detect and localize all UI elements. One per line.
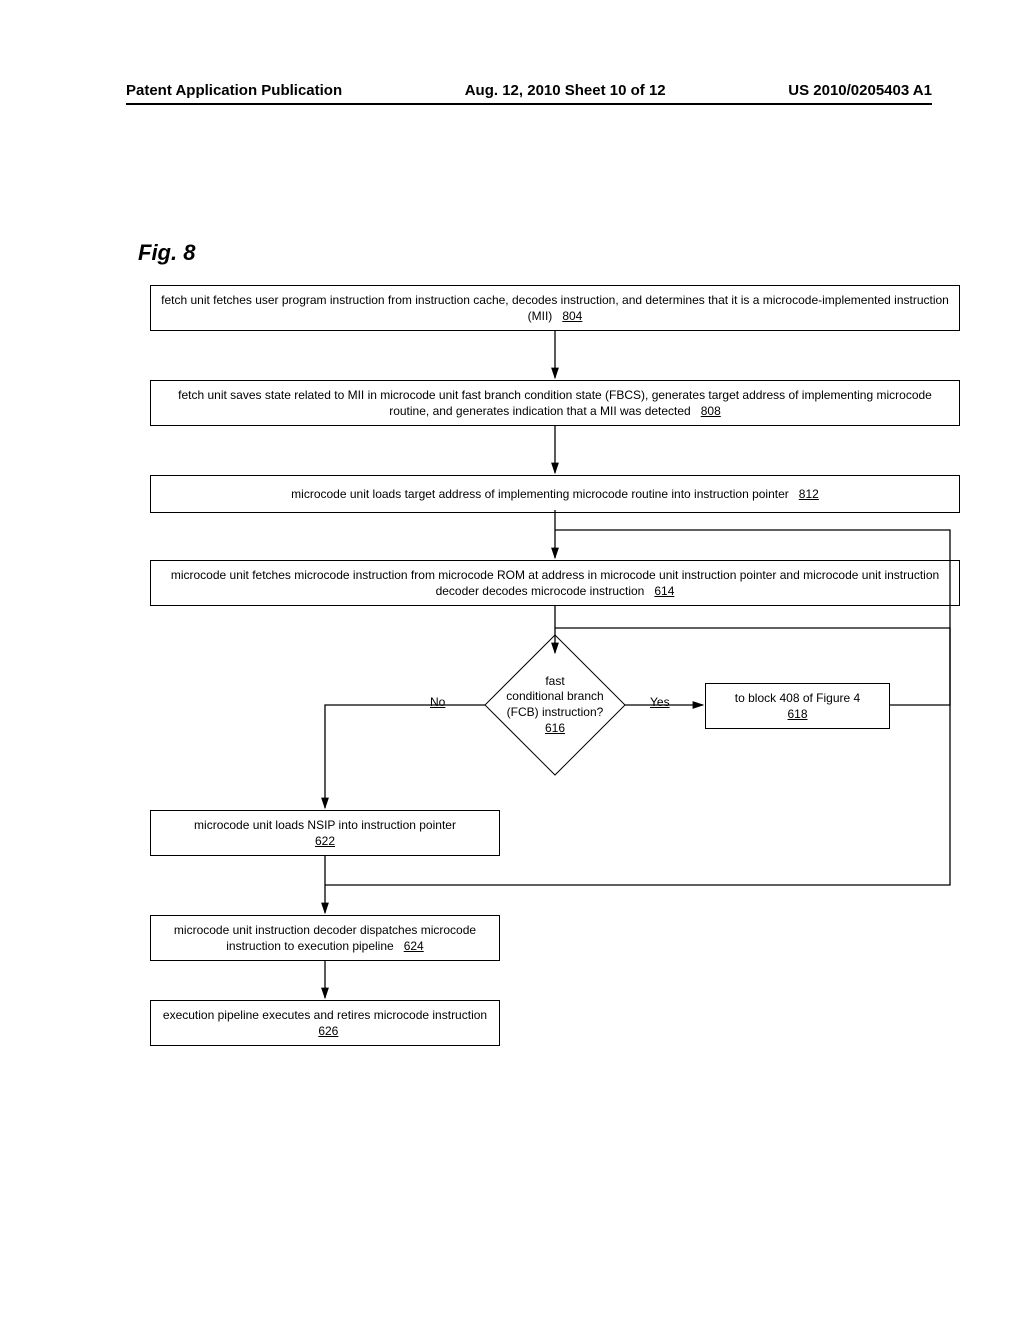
box-808-text: fetch unit saves state related to MII in… bbox=[178, 388, 932, 418]
d616-l3: (FCB) instruction? bbox=[507, 705, 604, 721]
figure-label: Fig. 8 bbox=[138, 240, 195, 266]
page: Patent Application Publication Aug. 12, … bbox=[0, 0, 1024, 1320]
box-622-ref: 622 bbox=[315, 834, 335, 848]
box-626-text: execution pipeline executes and retires … bbox=[163, 1008, 487, 1022]
box-804: fetch unit fetches user program instruct… bbox=[150, 285, 960, 331]
box-614-ref: 614 bbox=[654, 584, 674, 598]
header-center: Aug. 12, 2010 Sheet 10 of 12 bbox=[465, 82, 666, 99]
d616-ref: 616 bbox=[545, 721, 565, 737]
decision-616: fast conditional branch (FCB) instructio… bbox=[475, 645, 635, 765]
box-624-text: microcode unit instruction decoder dispa… bbox=[174, 923, 476, 953]
d616-l2: conditional branch bbox=[506, 689, 603, 705]
d616-l1: fast bbox=[545, 674, 564, 690]
box-618-ref: 618 bbox=[787, 707, 807, 721]
box-624-ref: 624 bbox=[404, 939, 424, 953]
box-624: microcode unit instruction decoder dispa… bbox=[150, 915, 500, 961]
box-626: execution pipeline executes and retires … bbox=[150, 1000, 500, 1046]
decision-616-text: fast conditional branch (FCB) instructio… bbox=[475, 645, 635, 765]
header-left: Patent Application Publication bbox=[126, 82, 342, 99]
label-yes: Yes bbox=[650, 695, 670, 709]
box-812-text: microcode unit loads target address of i… bbox=[291, 487, 789, 501]
box-618: to block 408 of Figure 4 618 bbox=[705, 683, 890, 729]
box-614-text: microcode unit fetches microcode instruc… bbox=[171, 568, 939, 598]
box-614: microcode unit fetches microcode instruc… bbox=[150, 560, 960, 606]
box-622: microcode unit loads NSIP into instructi… bbox=[150, 810, 500, 856]
box-808-ref: 808 bbox=[701, 404, 721, 418]
box-812-ref: 812 bbox=[799, 487, 819, 501]
page-header: Patent Application Publication Aug. 12, … bbox=[126, 82, 932, 105]
box-622-text: microcode unit loads NSIP into instructi… bbox=[194, 818, 456, 832]
box-808: fetch unit saves state related to MII in… bbox=[150, 380, 960, 426]
header-right: US 2010/0205403 A1 bbox=[788, 82, 932, 99]
box-626-ref: 626 bbox=[318, 1024, 338, 1038]
label-no: No bbox=[430, 695, 445, 709]
flowchart: fetch unit fetches user program instruct… bbox=[150, 285, 964, 1260]
box-804-ref: 804 bbox=[562, 309, 582, 323]
box-618-text: to block 408 of Figure 4 bbox=[735, 691, 860, 705]
box-812: microcode unit loads target address of i… bbox=[150, 475, 960, 513]
